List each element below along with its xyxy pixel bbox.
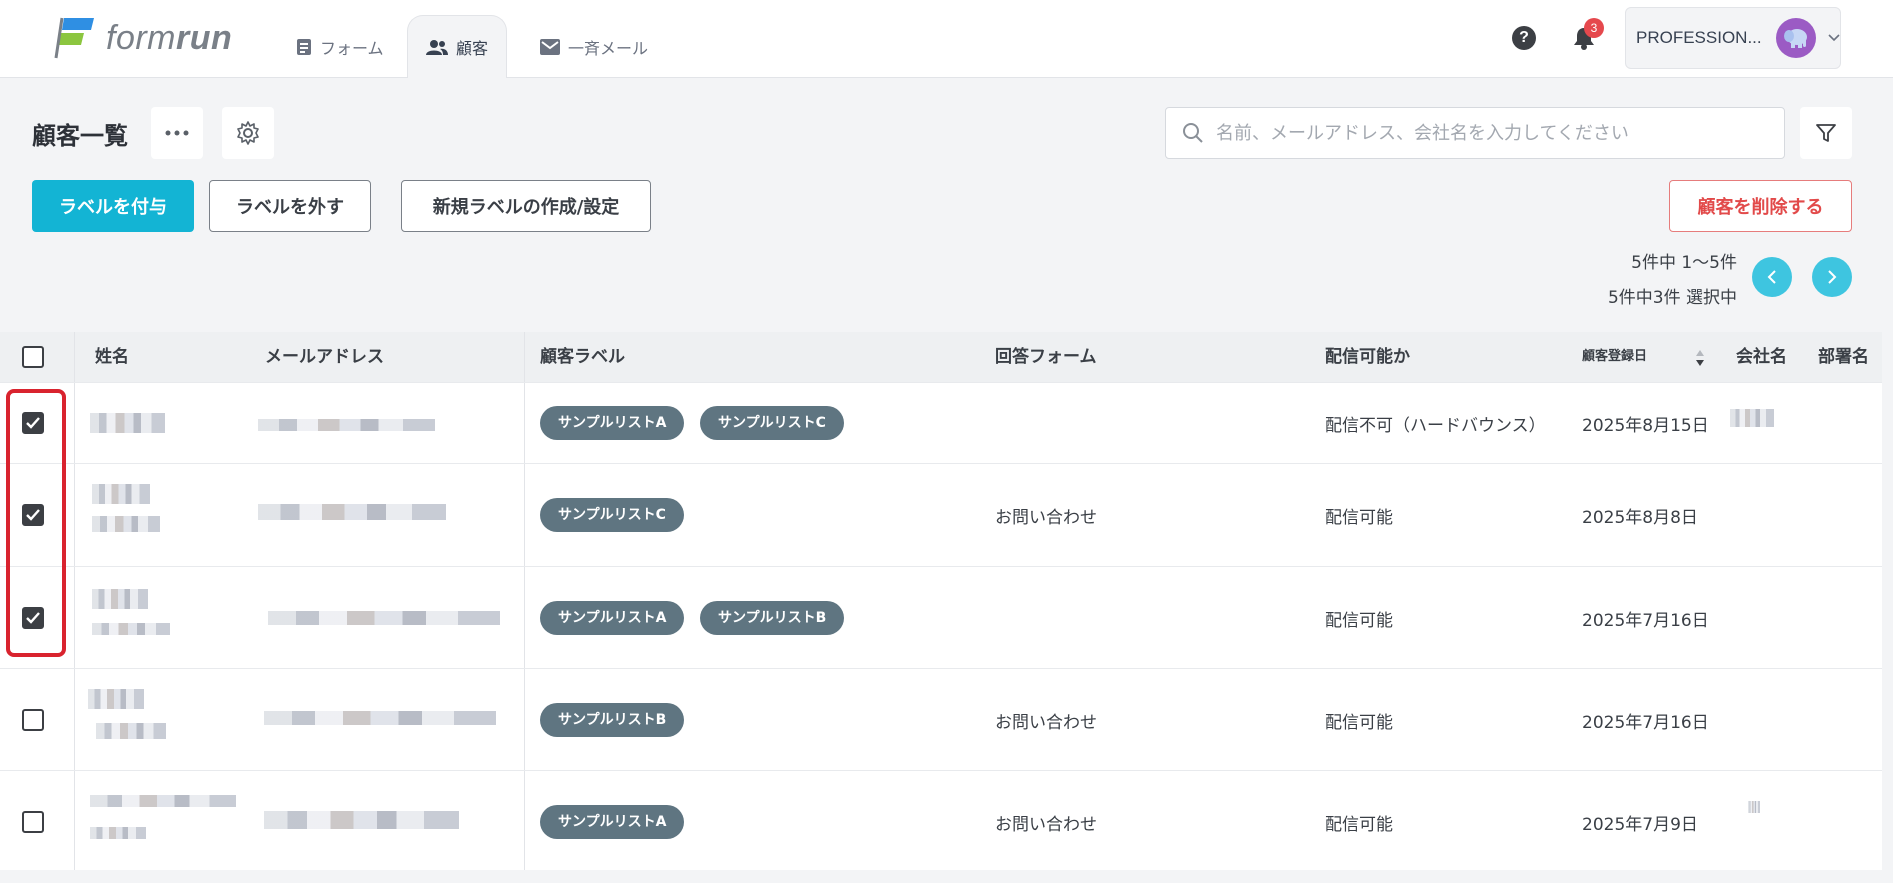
page-title: 顧客一覧 (32, 122, 128, 150)
column-header-date[interactable]: 顧客登録日 (1582, 332, 1647, 382)
notification-badge: 3 (1584, 18, 1604, 38)
tab-bulk-mail[interactable]: 一斉メール (522, 15, 666, 78)
redacted-email (258, 504, 446, 520)
search-icon (1183, 123, 1203, 143)
redacted-name (92, 516, 160, 532)
redacted-email (258, 419, 435, 431)
pager-selected: 5件中3件 選択中 (1607, 288, 1737, 308)
row-date: 2025年8月15日 (1582, 416, 1709, 436)
sort-icon[interactable] (1694, 346, 1706, 370)
select-all-checkbox[interactable] (22, 346, 44, 368)
elephant-icon (1784, 29, 1807, 48)
redacted-company (1730, 409, 1774, 427)
delete-customer-button[interactable]: 顧客を削除する (1669, 180, 1852, 232)
people-icon (426, 40, 448, 55)
column-header-deliverable[interactable]: 配信可能か (1325, 332, 1410, 382)
row-form: お問い合わせ (995, 508, 1097, 528)
redacted-email (268, 611, 500, 625)
column-header-email[interactable]: メールアドレス (265, 332, 384, 382)
filter-icon (1816, 124, 1836, 142)
redacted-name (92, 484, 150, 504)
pager-range: 5件中 1〜5件 (1631, 253, 1737, 273)
row-checkbox[interactable] (22, 811, 44, 833)
redacted-email (264, 711, 496, 725)
table-row[interactable]: サンプルリストC お問い合わせ 配信可能 2025年8月8日 (0, 463, 1882, 566)
row-form: お問い合わせ (995, 713, 1097, 733)
row-date: 2025年7月16日 (1582, 611, 1709, 631)
avatar (1776, 18, 1816, 58)
gear-icon (237, 121, 259, 145)
redacted-name (90, 413, 165, 433)
customer-table: 姓名 メールアドレス 顧客ラベル 回答フォーム 配信可能か 顧客登録日 会社名 … (0, 332, 1882, 870)
column-header-department[interactable]: 部署名 (1818, 332, 1869, 382)
formrun-logo[interactable]: formrun (54, 16, 232, 60)
logo-text: formrun (106, 18, 233, 57)
table-row[interactable]: サンプルリストB お問い合わせ 配信可能 2025年7月16日 (0, 668, 1882, 770)
column-header-form[interactable]: 回答フォーム (995, 332, 1097, 382)
label-tag[interactable]: サンプルリストB (540, 703, 685, 737)
row-form: お問い合わせ (995, 815, 1097, 835)
selection-highlight-box (6, 389, 66, 657)
account-name: PROFESSION... (1636, 28, 1762, 47)
account-menu[interactable]: PROFESSION... (1625, 7, 1841, 69)
next-page-button[interactable] (1812, 257, 1852, 297)
row-deliverable: 配信可能 (1325, 815, 1393, 835)
label-tag[interactable]: サンプルリストC (540, 498, 684, 532)
tab-form-label: フォーム (320, 38, 384, 58)
table-row[interactable]: サンプルリストA お問い合わせ 配信可能 2025年7月9日 (0, 770, 1882, 870)
create-label-button[interactable]: 新規ラベルの作成/設定 (401, 180, 651, 232)
redacted-company (1748, 801, 1760, 813)
label-tag[interactable]: サンプルリストC (700, 406, 844, 440)
settings-button[interactable] (222, 107, 274, 159)
search-input[interactable] (1216, 122, 1776, 144)
table-row[interactable]: サンプルリストA サンプルリストB 配信可能 2025年7月16日 (0, 566, 1882, 668)
more-button[interactable] (151, 107, 203, 159)
row-deliverable: 配信不可（ハードバウンス） (1325, 416, 1546, 436)
tab-bulk-mail-label: 一斉メール (568, 38, 649, 58)
redacted-name (90, 827, 146, 839)
row-date: 2025年7月9日 (1582, 815, 1698, 835)
column-header-name[interactable]: 姓名 (95, 332, 129, 382)
row-date: 2025年7月16日 (1582, 713, 1709, 733)
redacted-name (96, 723, 166, 739)
chevron-left-icon (1767, 270, 1776, 284)
form-icon (297, 38, 311, 55)
mail-icon (540, 38, 560, 55)
row-deliverable: 配信可能 (1325, 508, 1393, 528)
label-tag[interactable]: サンプルリストA (540, 805, 685, 839)
tab-form[interactable]: フォーム (278, 15, 402, 78)
row-deliverable: 配信可能 (1325, 713, 1393, 733)
remove-label-button[interactable]: ラベルを外す (209, 180, 371, 232)
redacted-name (88, 689, 144, 709)
label-tag[interactable]: サンプルリストA (540, 406, 685, 440)
filter-button[interactable] (1800, 107, 1852, 159)
table-row[interactable]: サンプルリストA サンプルリストC 配信不可（ハードバウンス） 2025年8月1… (0, 382, 1882, 463)
tab-customers[interactable]: 顧客 (407, 15, 507, 78)
search-box[interactable] (1165, 107, 1785, 159)
chevron-right-icon (1828, 270, 1837, 284)
label-tag[interactable]: サンプルリストA (540, 601, 685, 635)
help-icon[interactable]: ? (1512, 26, 1536, 50)
row-checkbox[interactable] (22, 709, 44, 731)
redacted-name (92, 623, 170, 635)
more-dots-icon (165, 130, 189, 136)
prev-page-button[interactable] (1752, 257, 1792, 297)
chevron-down-icon (1828, 34, 1840, 42)
row-deliverable: 配信可能 (1325, 611, 1393, 631)
column-header-label[interactable]: 顧客ラベル (540, 332, 625, 382)
redacted-name (92, 589, 148, 609)
redacted-name (90, 795, 236, 807)
add-label-button[interactable]: ラベルを付与 (32, 180, 194, 232)
column-header-company[interactable]: 会社名 (1736, 332, 1787, 382)
formrun-flag-icon (54, 17, 94, 59)
row-date: 2025年8月8日 (1582, 508, 1698, 528)
label-tag[interactable]: サンプルリストB (700, 601, 845, 635)
table-header: 姓名 メールアドレス 顧客ラベル 回答フォーム 配信可能か 顧客登録日 会社名 … (0, 332, 1882, 382)
redacted-email (264, 811, 459, 829)
tab-customers-label: 顧客 (456, 39, 489, 58)
top-header: formrun フォーム 顧客 一斉メール ? 3 PROFESSION... (0, 0, 1893, 78)
